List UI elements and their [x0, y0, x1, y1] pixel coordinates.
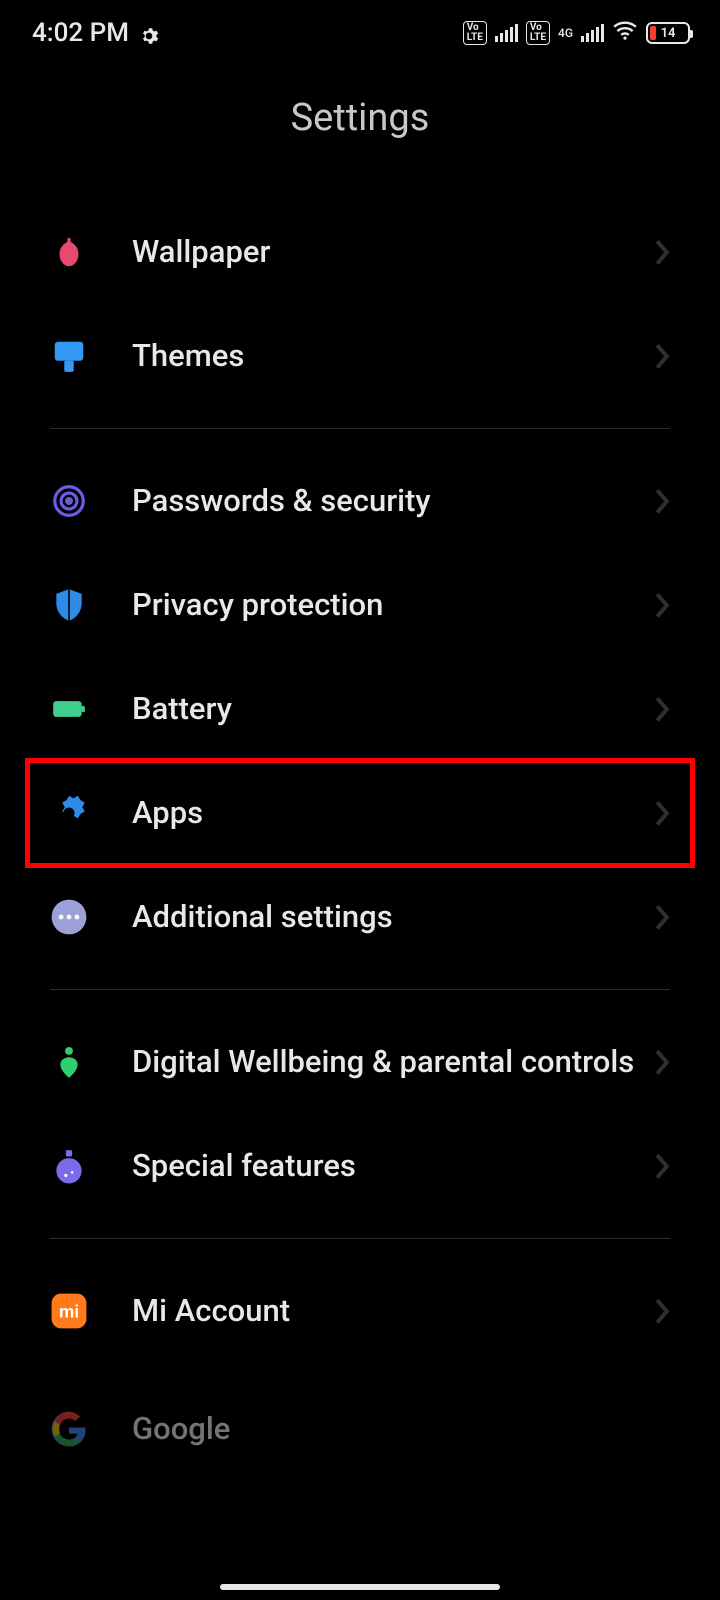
chevron-right-icon	[654, 487, 670, 515]
more-icon	[50, 898, 88, 936]
battery-level: 14	[648, 26, 688, 41]
chevron-right-icon	[654, 342, 670, 370]
status-time: 4:02 PM	[32, 18, 129, 48]
battery-icon	[50, 690, 88, 728]
svg-text:mi: mi	[59, 1301, 79, 1321]
settings-item-google[interactable]: Google	[50, 1363, 670, 1467]
flask-icon	[50, 1147, 88, 1185]
chevron-right-icon	[654, 695, 670, 723]
settings-item-themes[interactable]: Themes	[50, 304, 670, 408]
shield-icon	[50, 586, 88, 624]
settings-item-privacy-protection[interactable]: Privacy protection	[50, 553, 670, 657]
volte-icon: VoLTE	[463, 21, 487, 45]
chevron-right-icon	[654, 238, 670, 266]
settings-item-label: Battery	[132, 689, 654, 729]
page-title: Settings	[0, 66, 720, 200]
signal-icon	[495, 24, 518, 42]
wifi-icon	[612, 18, 638, 48]
divider	[50, 989, 670, 990]
network-type-label: 4G	[558, 27, 573, 39]
wallpaper-icon	[50, 233, 88, 271]
settings-item-passwords-security[interactable]: Passwords & security	[50, 449, 670, 553]
chevron-right-icon	[654, 903, 670, 931]
settings-item-label: Additional settings	[132, 897, 654, 937]
google-icon	[50, 1410, 88, 1448]
settings-item-label: Apps	[132, 793, 654, 833]
fingerprint-icon	[50, 482, 88, 520]
status-left: 4:02 PM	[32, 18, 159, 48]
settings-item-label: Privacy protection	[132, 585, 654, 625]
chevron-right-icon	[654, 591, 670, 619]
battery-icon: 14	[646, 22, 690, 44]
settings-item-wallpaper[interactable]: Wallpaper	[50, 200, 670, 304]
settings-item-special-features[interactable]: Special features	[50, 1114, 670, 1218]
settings-item-mi-account[interactable]: mi Mi Account	[50, 1259, 670, 1363]
chevron-right-icon	[654, 1297, 670, 1325]
settings-item-label: Wallpaper	[132, 232, 654, 272]
divider	[50, 1238, 670, 1239]
apps-gear-icon	[50, 794, 88, 832]
settings-list: Wallpaper Themes Passwords & security Pr…	[0, 200, 720, 1467]
home-indicator[interactable]	[220, 1584, 500, 1590]
status-bar: 4:02 PM VoLTE VoLTE 4G 14	[0, 0, 720, 66]
settings-item-additional-settings[interactable]: Additional settings	[50, 865, 670, 969]
wellbeing-icon	[50, 1043, 88, 1081]
mi-logo-icon: mi	[50, 1292, 88, 1330]
settings-item-label: Digital Wellbeing & parental controls	[132, 1042, 654, 1082]
themes-icon	[50, 337, 88, 375]
settings-item-label: Google	[132, 1409, 670, 1449]
signal-icon-2	[581, 24, 604, 42]
divider	[50, 428, 670, 429]
settings-item-label: Special features	[132, 1146, 654, 1186]
settings-item-apps[interactable]: Apps	[28, 761, 692, 865]
volte-icon-2: VoLTE	[526, 21, 550, 45]
status-right: VoLTE VoLTE 4G 14	[463, 18, 690, 48]
settings-item-label: Mi Account	[132, 1291, 654, 1331]
settings-item-battery[interactable]: Battery	[50, 657, 670, 761]
gear-icon	[139, 23, 159, 43]
chevron-right-icon	[654, 1152, 670, 1180]
settings-item-label: Themes	[132, 336, 654, 376]
settings-item-label: Passwords & security	[132, 481, 654, 521]
chevron-right-icon	[654, 1048, 670, 1076]
chevron-right-icon	[654, 799, 670, 827]
settings-item-digital-wellbeing[interactable]: Digital Wellbeing & parental controls	[50, 1010, 670, 1114]
